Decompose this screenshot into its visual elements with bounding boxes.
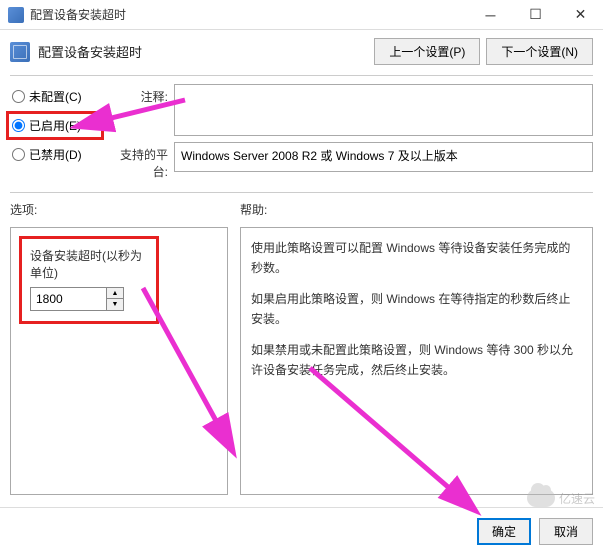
platform-row: 支持的平台: Windows Server 2008 R2 或 Windows …: [108, 142, 593, 180]
timeout-spinner: ▲ ▼: [30, 287, 124, 311]
spinner-down-button[interactable]: ▼: [107, 299, 123, 310]
radio-enabled-label: 已启用(E): [29, 117, 81, 134]
dialog-footer: 确定 取消: [0, 507, 603, 555]
help-paragraph-3: 如果禁用或未配置此策略设置，则 Windows 等待 300 秒以允许设备安装任…: [251, 340, 582, 381]
window-title: 配置设备安装超时: [30, 6, 468, 23]
radio-disabled-input[interactable]: [12, 148, 25, 161]
divider: [10, 75, 593, 76]
radio-enabled[interactable]: 已启用(E): [10, 115, 100, 136]
config-section: 未配置(C) 已启用(E) 已禁用(D) 注释: 支持的平台: Windows …: [0, 78, 603, 190]
watermark: 亿速云: [527, 489, 595, 507]
app-icon: [8, 7, 24, 23]
ok-button[interactable]: 确定: [477, 518, 531, 545]
prev-setting-button[interactable]: 上一个设置(P): [374, 38, 480, 65]
help-paragraph-2: 如果启用此策略设置，则 Windows 在等待指定的秒数后终止安装。: [251, 289, 582, 330]
close-button[interactable]: ✕: [558, 0, 603, 29]
policy-title: 配置设备安装超时: [38, 42, 374, 61]
platform-value: Windows Server 2008 R2 或 Windows 7 及以上版本: [174, 142, 593, 172]
help-header: 帮助:: [240, 201, 593, 219]
main-section: 选项: 设备安装超时(以秒为单位) ▲ ▼ 帮助: 使用此策略设置可以配置 Wi…: [0, 195, 603, 495]
policy-icon: [10, 42, 30, 62]
cancel-button[interactable]: 取消: [539, 518, 593, 545]
policy-header: 配置设备安装超时 上一个设置(P) 下一个设置(N): [0, 30, 603, 73]
options-column: 选项: 设备安装超时(以秒为单位) ▲ ▼: [10, 201, 228, 495]
timeout-option-block: 设备安装超时(以秒为单位) ▲ ▼: [19, 236, 159, 324]
help-paragraph-1: 使用此策略设置可以配置 Windows 等待设备安装任务完成的秒数。: [251, 238, 582, 279]
radio-enabled-input[interactable]: [12, 119, 25, 132]
cloud-icon: [527, 489, 555, 507]
next-setting-button[interactable]: 下一个设置(N): [486, 38, 593, 65]
platform-label: 支持的平台:: [108, 142, 168, 180]
timeout-label: 设备安装超时(以秒为单位): [30, 247, 148, 281]
radio-disabled[interactable]: 已禁用(D): [10, 144, 100, 165]
titlebar: 配置设备安装超时 ─ ☐ ✕: [0, 0, 603, 30]
comment-input[interactable]: [174, 84, 593, 136]
help-column: 帮助: 使用此策略设置可以配置 Windows 等待设备安装任务完成的秒数。 如…: [240, 201, 593, 495]
maximize-button[interactable]: ☐: [513, 0, 558, 29]
divider-2: [10, 192, 593, 193]
comment-label: 注释:: [108, 84, 168, 105]
radio-group: 未配置(C) 已启用(E) 已禁用(D): [10, 84, 100, 180]
comment-row: 注释:: [108, 84, 593, 136]
help-body: 使用此策略设置可以配置 Windows 等待设备安装任务完成的秒数。 如果启用此…: [240, 227, 593, 495]
timeout-input[interactable]: [31, 288, 106, 310]
options-header: 选项:: [10, 201, 228, 219]
spinner-up-button[interactable]: ▲: [107, 288, 123, 299]
radio-disabled-label: 已禁用(D): [29, 146, 82, 163]
radio-not-configured[interactable]: 未配置(C): [10, 86, 100, 107]
options-body: 设备安装超时(以秒为单位) ▲ ▼: [10, 227, 228, 495]
window-controls: ─ ☐ ✕: [468, 0, 603, 29]
watermark-text: 亿速云: [559, 490, 595, 507]
radio-not-configured-input[interactable]: [12, 90, 25, 103]
minimize-button[interactable]: ─: [468, 0, 513, 29]
fields-column: 注释: 支持的平台: Windows Server 2008 R2 或 Wind…: [108, 84, 593, 180]
radio-not-configured-label: 未配置(C): [29, 88, 82, 105]
